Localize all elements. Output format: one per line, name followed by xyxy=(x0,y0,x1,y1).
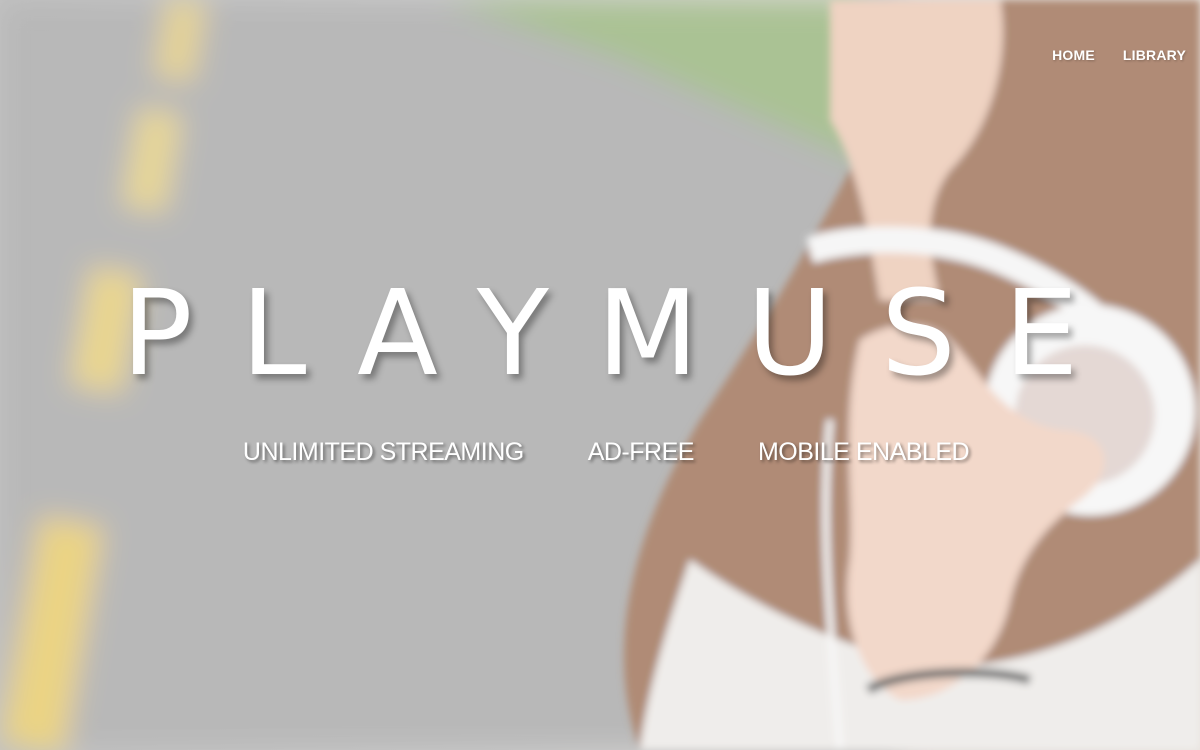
feature-mobile-enabled: MOBILE ENABLED xyxy=(757,438,970,466)
nav-library-link[interactable]: LIBRARY xyxy=(1123,47,1186,63)
feature-ad-free: AD-FREE xyxy=(587,438,695,466)
nav-home-link[interactable]: HOME xyxy=(1052,47,1095,63)
brand-title: PLAYMUSE xyxy=(121,264,1127,402)
feature-unlimited-streaming: UNLIMITED STREAMING xyxy=(242,438,524,466)
top-navigation: HOME LIBRARY xyxy=(1052,47,1186,63)
feature-list: UNLIMITED STREAMING AD-FREE MOBILE ENABL… xyxy=(0,436,1200,468)
